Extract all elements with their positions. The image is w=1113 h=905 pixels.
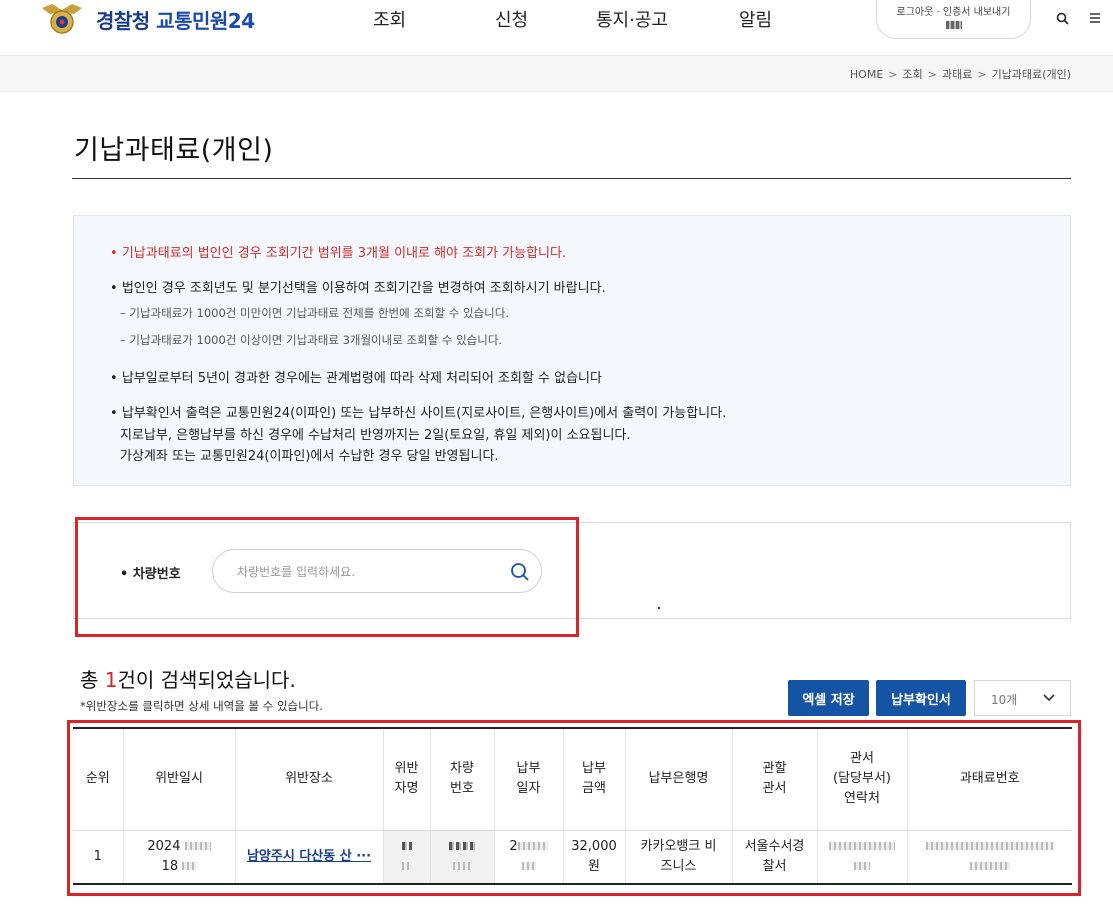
page-title: 기납과태료(개인) — [74, 135, 274, 166]
table-row: 1 2024 18 남양주시 다산동 산 ··· 2 32,000 원 카카오뱅크… — [73, 830, 1072, 885]
chevron-down-icon — [1043, 694, 1055, 702]
search-icon[interactable] — [1056, 12, 1069, 25]
page-size-value: 10개 — [991, 693, 1018, 707]
result-count: 총 1건이 검색되었습니다. — [80, 668, 296, 692]
nav-alert[interactable]: 알림 — [739, 6, 772, 32]
vehicle-number-label: • 차량번호 — [120, 567, 181, 582]
th-pay-date: 납부 일자 — [494, 728, 564, 831]
notice-line: 가상계좌 또는 교통민원24(이파인)에서 수납한 경우 당일 반영됩니다. — [120, 449, 499, 464]
cell-fine-number — [907, 830, 1072, 885]
cell-place: 남양주시 다산동 산 ··· — [235, 830, 384, 885]
login-menu[interactable]: 로그아웃 · 인증서 내보내기 — [876, 0, 1031, 39]
breadcrumb-fine[interactable]: 과태료 — [942, 68, 972, 81]
logo-text: 경찰청 교통민원24 — [96, 8, 255, 33]
notice-box: • 기납과태료의 법인인 경우 조회기간 범위를 3개월 이내로 해야 조회가 … — [73, 215, 1071, 486]
menu-icon[interactable] — [1089, 12, 1101, 24]
search-panel: • 차량번호 — [73, 522, 1071, 619]
notice-line: 지로납부, 은행납부를 하신 경우에 수납처리 반영까지는 2일(토요일, 휴일… — [120, 428, 631, 443]
stray-dot — [658, 607, 660, 609]
cell-date: 2024 18 — [123, 830, 236, 885]
police-emblem-icon — [42, 4, 82, 34]
fine-table: 순위 위반일시 위반장소 위반 자명 차량 번호 납부 일자 납부 금액 납부은행명 관… — [73, 727, 1072, 885]
logout-cert-export-link[interactable]: 로그아웃 · 인증서 내보내기 — [897, 7, 1011, 18]
violation-place-link[interactable]: 남양주시 다산동 산 ··· — [247, 849, 371, 864]
cell-violator — [383, 830, 431, 885]
site-logo[interactable]: 경찰청 교통민원24 — [40, 2, 255, 36]
title-divider — [72, 178, 1071, 179]
th-office: 관할 관서 — [732, 728, 818, 831]
th-violator: 위반 자명 — [383, 728, 431, 831]
th-bank: 납부은행명 — [625, 728, 733, 831]
cell-pay-date: 2 — [494, 830, 564, 885]
notice-sub: – 기납과태료가 1000건 미만이면 기납과태료 전체를 한번에 조회할 수 … — [120, 306, 509, 320]
nav-apply[interactable]: 신청 — [495, 6, 528, 32]
th-no: 순위 — [73, 728, 124, 831]
notice-line: • 납부확인서 출력은 교통민원24(이파인) 또는 납부하신 사이트(지로사이… — [110, 406, 727, 421]
nav-inquiry[interactable]: 조회 — [373, 6, 406, 32]
breadcrumb-home[interactable]: HOME — [850, 68, 883, 81]
th-car-number: 차량 번호 — [430, 728, 495, 831]
masked-username — [945, 21, 962, 29]
cell-no: 1 — [73, 830, 124, 885]
nav-notice[interactable]: 통지·공고 — [596, 6, 668, 32]
breadcrumb-bar: HOME > 조회 > 과태료 > 기납과태료(개인) — [0, 56, 1113, 92]
notice-line: • 납부일로부터 5년이 경과한 경우에는 관계법령에 따라 삭제 처리되어 조… — [110, 371, 602, 386]
page-size-select[interactable]: 10개 — [974, 680, 1071, 716]
notice-sub: – 기납과태료가 1000건 이상이면 기납과태료 3개월이내로 조회할 수 있… — [120, 333, 503, 347]
th-fine-number: 과태료번호 — [907, 728, 1072, 831]
cell-car-number — [430, 830, 495, 885]
result-hint: *위반장소를 클릭하면 상세 내역을 볼 수 있습니다. — [80, 699, 323, 713]
th-amount: 납부 금액 — [563, 728, 626, 831]
cell-bank: 카카오뱅크 비 즈니스 — [625, 830, 733, 885]
notice-line: • 법인인 경우 조회년도 및 분기선택을 이용하여 조회기간을 변경하여 조회… — [110, 281, 606, 296]
th-contact: 관서 (담당부서) 연락처 — [817, 728, 908, 831]
vehicle-number-input[interactable] — [237, 562, 497, 582]
cell-office: 서울수서경 찰서 — [732, 830, 818, 885]
excel-save-button[interactable]: 엑셀 저장 — [788, 680, 869, 716]
search-icon[interactable] — [509, 561, 531, 583]
cell-amount: 32,000 원 — [563, 830, 626, 885]
table-header-row: 순위 위반일시 위반장소 위반 자명 차량 번호 납부 일자 납부 금액 납부은행명 관… — [73, 728, 1072, 831]
breadcrumb-inquiry[interactable]: 조회 — [903, 68, 923, 81]
th-date: 위반일시 — [123, 728, 236, 831]
search-input-wrapper — [212, 549, 542, 593]
breadcrumb: HOME > 조회 > 과태료 > 기납과태료(개인) — [849, 68, 1071, 81]
cell-contact — [817, 830, 908, 885]
th-place: 위반장소 — [235, 728, 384, 831]
notice-warning: • 기납과태료의 법인인 경우 조회기간 범위를 3개월 이내로 해야 조회가 … — [110, 246, 567, 261]
payment-confirm-button[interactable]: 납부확인서 — [876, 680, 966, 716]
breadcrumb-current: 기납과태료(개인) — [991, 68, 1071, 81]
site-header: 경찰청 교통민원24 조회 신청 통지·공고 알림 로그아웃 · 인증서 내보내… — [0, 0, 1113, 56]
